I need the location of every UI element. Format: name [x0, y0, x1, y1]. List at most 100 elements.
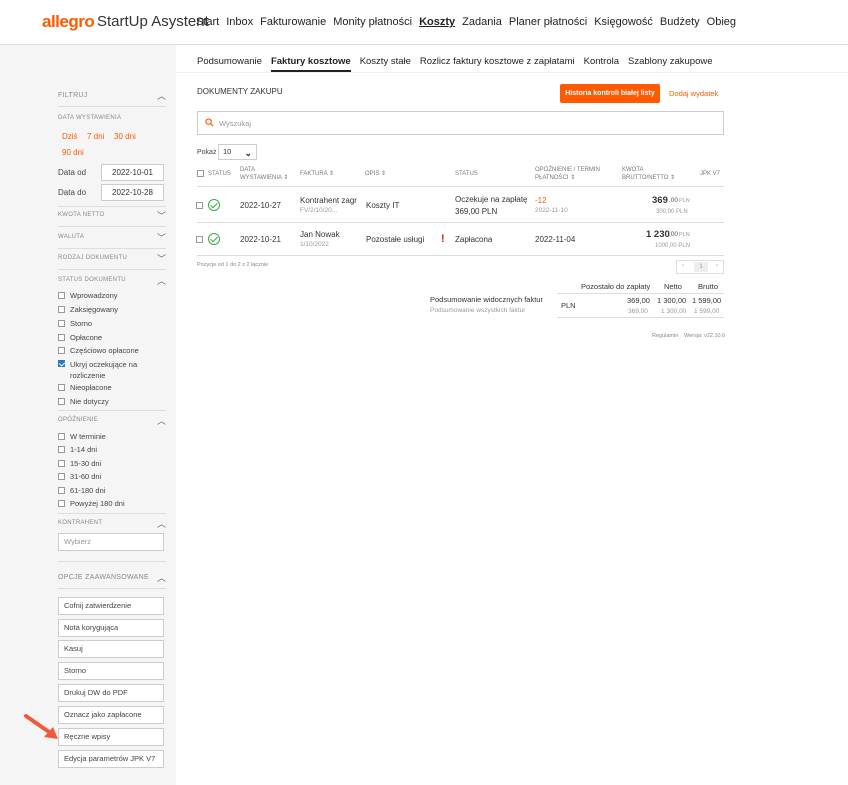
column-amount-l2[interactable]: BRUTTO/NETTO ⇕	[622, 174, 675, 182]
chevron-up-icon[interactable]: ︿	[157, 517, 166, 530]
delete-button[interactable]: Kasuj	[58, 640, 164, 658]
prev-page-button[interactable]: ‹	[682, 263, 684, 269]
date-to-input[interactable]: 2022-10-28	[101, 184, 164, 201]
nav-item-ksiegowosc[interactable]: Księgowość	[594, 16, 653, 28]
checkbox[interactable]	[58, 487, 65, 494]
status-checkbox[interactable]: Wprowadzony	[58, 291, 168, 300]
checkbox[interactable]	[58, 292, 65, 299]
correction-note-button[interactable]: Nota korygująca	[58, 619, 164, 637]
regulamin-link[interactable]: Regulamin	[652, 333, 678, 339]
pagination-info: Pozycje od 1 do 2 z 2 łącznie	[197, 262, 269, 268]
next-page-button[interactable]: ›	[716, 263, 718, 269]
rodzaj-filter[interactable]: RODZAJ DOKUMENTU	[58, 255, 127, 261]
chevron-down-icon[interactable]: ﹀	[157, 209, 166, 222]
column-date-l2[interactable]: WYSTAWIENIA ⇕	[240, 174, 288, 182]
checkbox[interactable]	[58, 460, 65, 467]
tab-szablony[interactable]: Szablony zakupowe	[628, 56, 713, 72]
nav-item-start[interactable]: Start	[196, 16, 219, 28]
nav-item-inbox[interactable]: Inbox	[226, 16, 253, 28]
status-checkbox[interactable]: Storno	[58, 319, 168, 328]
kwota-netto-filter[interactable]: KWOTA NETTO	[58, 212, 104, 218]
chevron-up-icon[interactable]: ︿	[157, 414, 166, 427]
status-checkbox[interactable]: Zaksięgowany	[58, 305, 168, 314]
tab-podsumowanie[interactable]: Podsumowanie	[197, 56, 262, 72]
row-invoice-no[interactable]: FV/2/10/20...	[300, 207, 337, 214]
search-field[interactable]: Wyszukaj	[197, 111, 724, 135]
kontrahent-select[interactable]: Wybierz	[58, 533, 164, 551]
column-delay-l2[interactable]: PŁATNOŚCI ⇕	[535, 174, 575, 182]
manual-entries-button[interactable]: Ręczne wpisy	[58, 728, 164, 746]
select-all-checkbox[interactable]	[197, 170, 204, 177]
checkbox[interactable]	[58, 306, 65, 313]
delay-checkbox[interactable]: W terminie	[58, 432, 168, 441]
delay-checkbox[interactable]: 31-60 dni	[58, 472, 168, 481]
status-checkbox-hide-pending[interactable]: Ukryj oczekujące na rozliczenie	[58, 359, 143, 381]
column-delay-l1[interactable]: OPÓŹNIENIE / TERMIN	[535, 166, 600, 174]
chevron-up-icon[interactable]: ︿	[157, 571, 166, 584]
version-label: Wersja: v22.10.6	[684, 333, 726, 339]
nav-item-zadania[interactable]: Zadania	[462, 16, 502, 28]
row-checkbox[interactable]	[196, 202, 203, 209]
checkbox[interactable]	[58, 500, 65, 507]
nav-item-budzety[interactable]: Budżety	[660, 16, 700, 28]
checkbox[interactable]	[58, 473, 65, 480]
status-checkbox[interactable]: Częściowo opłacone	[58, 346, 168, 355]
tab-kontrola[interactable]: Kontrola	[584, 56, 619, 72]
checkbox[interactable]	[58, 334, 65, 341]
storno-button[interactable]: Storno	[58, 662, 164, 680]
quick-90-days[interactable]: 90 dni	[62, 148, 84, 157]
row-description: Pozostałe usługi	[366, 235, 425, 244]
print-pdf-button[interactable]: Drukuj DW do PDF	[58, 684, 164, 702]
jpk-params-button[interactable]: Edycja parametrów JPK V7	[58, 750, 164, 768]
column-opis[interactable]: OPIS ⇕	[365, 170, 386, 178]
nav-item-monity[interactable]: Monity płatności	[333, 16, 412, 28]
checkbox[interactable]	[58, 446, 65, 453]
page-1-button[interactable]: 1	[694, 262, 708, 272]
delay-checkbox[interactable]: 15-30 dni	[58, 459, 168, 468]
date-from-input[interactable]: 2022-10-01	[101, 164, 164, 181]
tab-faktury-kosztowe[interactable]: Faktury kosztowe	[270, 56, 351, 72]
checkbox[interactable]	[58, 384, 65, 391]
delay-section-title: OPÓŹNIENIE	[58, 417, 99, 423]
delay-checkbox[interactable]: 61-180 dni	[58, 486, 168, 495]
column-date-l1[interactable]: DATA	[240, 166, 255, 174]
column-status[interactable]: STATUS	[208, 170, 231, 178]
checkbox-checked[interactable]	[58, 360, 65, 367]
chevron-down-icon[interactable]: ﹀	[157, 231, 166, 244]
row-contractor[interactable]: Kontrahent zagr	[300, 196, 357, 205]
quick-30-days[interactable]: 30 dni	[114, 132, 136, 141]
nav-item-obieg[interactable]: Obieg	[707, 16, 736, 28]
quick-7-days[interactable]: 7 dni	[87, 132, 104, 141]
row-contractor[interactable]: Jan Nowak	[300, 230, 340, 239]
delay-checkbox[interactable]: Powyżej 180 dni	[58, 499, 168, 508]
column-faktura[interactable]: FAKTURA ⇕	[300, 170, 334, 178]
undo-approval-button[interactable]: Cofnij zatwierdzenie	[58, 597, 164, 615]
checkbox[interactable]	[58, 398, 65, 405]
delay-checkbox[interactable]: 1-14 dni	[58, 445, 168, 454]
add-expense-link[interactable]: Dodaj wydatek	[669, 89, 718, 98]
checkbox[interactable]	[58, 320, 65, 327]
chevron-down-icon[interactable]: ﹀	[157, 252, 166, 265]
row-invoice-no[interactable]: 1/10/2022	[300, 241, 329, 248]
page-size-select[interactable]: 10 ⌄	[218, 144, 257, 160]
mark-paid-button[interactable]: Oznacz jako zapłacone	[58, 706, 164, 724]
checkbox[interactable]	[58, 347, 65, 354]
row-checkbox[interactable]	[196, 236, 203, 243]
status-checkbox[interactable]: Opłacone	[58, 333, 168, 342]
tab-koszty-stale[interactable]: Koszty stałe	[360, 56, 411, 72]
checkbox[interactable]	[58, 433, 65, 440]
chevron-up-icon[interactable]: ︿	[157, 89, 166, 102]
tab-rozlicz[interactable]: Rozlicz faktury kosztowe z zapłatami	[420, 56, 575, 72]
waluta-filter[interactable]: WALUTA	[58, 234, 84, 240]
status-checkbox[interactable]: Nieopłacone	[58, 383, 168, 392]
quick-today[interactable]: Dziś	[62, 132, 78, 141]
nav-item-koszty[interactable]: Koszty	[419, 16, 455, 28]
nav-item-fakturowanie[interactable]: Fakturowanie	[260, 16, 326, 28]
nav-item-planer[interactable]: Planer płatności	[509, 16, 587, 28]
allegro-logo[interactable]: allegro	[42, 12, 95, 32]
whitelist-history-button[interactable]: Historia kontroli białej listy	[560, 84, 660, 103]
date-section-title: DATA WYSTAWIENIA	[58, 115, 122, 121]
chevron-up-icon[interactable]: ︿	[157, 274, 166, 287]
column-amount-l1[interactable]: KWOTA	[622, 166, 644, 174]
status-checkbox[interactable]: Nie dotyczy	[58, 397, 168, 406]
